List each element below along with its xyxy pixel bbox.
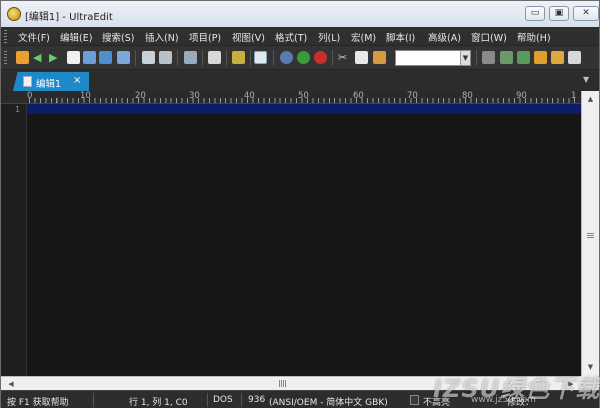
menu-search[interactable]: 搜索(S) <box>102 30 134 44</box>
list-icon[interactable] <box>254 51 267 64</box>
new-file-icon[interactable] <box>16 51 29 64</box>
ultraedit-logo-icon[interactable] <box>7 7 21 21</box>
toolbar-separator <box>250 50 251 66</box>
ruler-label: 0 <box>27 91 33 101</box>
menu-macro[interactable]: 宏(M) <box>351 30 376 44</box>
ruler-label: 60 <box>353 91 364 101</box>
ruler-label: 40 <box>244 91 255 101</box>
bookmark-icon[interactable] <box>534 51 547 64</box>
cut-icon[interactable]: ✂ <box>338 51 351 64</box>
column-ruler: 0 10 20 30 40 50 60 70 80 90 1 <box>1 91 599 104</box>
status-separator <box>241 393 242 407</box>
status-help: 按 F1 获取帮助 <box>7 398 69 408</box>
menu-file[interactable]: 文件(F) <box>18 30 50 44</box>
toolbar-separator <box>226 50 227 66</box>
minimize-button[interactable]: ▭ <box>525 6 545 21</box>
back-arrow-icon[interactable]: ◀ <box>33 51 46 64</box>
window-title: [编辑1] - UltraEdit <box>25 12 113 23</box>
status-codepage[interactable]: 936 <box>248 395 265 405</box>
ruler-label: 70 <box>407 91 418 101</box>
menu-view[interactable]: 视图(V) <box>232 30 265 44</box>
toolbar-separator <box>135 50 136 66</box>
ultraedit-window: [编辑1] - UltraEdit ▭ ▣ ✕ 文件(F) 编辑(E) 搜索(S… <box>0 0 600 408</box>
remove-icon[interactable] <box>314 51 327 64</box>
scroll-left-icon[interactable]: ◀ <box>5 378 17 390</box>
maximize-button[interactable]: ▣ <box>549 6 569 21</box>
copy-icon[interactable] <box>355 51 368 64</box>
toolbar-separator <box>476 50 477 66</box>
toolbar: ◀ ▶ ✂ ▼ <box>1 46 599 70</box>
open-folder-icon[interactable] <box>83 51 96 64</box>
replace-icon[interactable] <box>500 51 513 64</box>
menu-format[interactable]: 格式(T) <box>275 30 307 44</box>
globe-icon[interactable] <box>280 51 293 64</box>
status-encoding[interactable]: (ANSI/OEM - 简体中文 GBK) <box>269 395 388 408</box>
print-preview-icon[interactable] <box>159 51 172 64</box>
close-button[interactable]: ✕ <box>573 6 599 21</box>
document-tab[interactable]: 编辑1 × <box>13 72 89 91</box>
ruler-label: 30 <box>189 91 200 101</box>
paste-icon[interactable] <box>373 51 386 64</box>
find-next-icon[interactable] <box>517 51 530 64</box>
vertical-scroll-thumb[interactable] <box>587 233 594 239</box>
forward-arrow-icon[interactable]: ▶ <box>49 51 62 64</box>
toolbar-separator <box>332 50 333 66</box>
folder-icon[interactable] <box>99 51 112 64</box>
settings-icon[interactable] <box>568 51 581 64</box>
status-cursor-position: 行 1, 列 1, C0 <box>129 398 188 408</box>
document-icon <box>23 76 32 87</box>
line-number: 1 <box>15 105 21 114</box>
menu-script[interactable]: 脚本(I) <box>386 30 415 44</box>
status-line-ending[interactable]: DOS <box>213 395 233 405</box>
highlight-checkbox[interactable] <box>410 395 419 405</box>
chevron-down-icon[interactable]: ▼ <box>460 51 470 65</box>
menu-window[interactable]: 窗口(W) <box>471 30 507 44</box>
document-icon[interactable] <box>208 51 221 64</box>
toolbar-grip-icon[interactable] <box>4 51 7 64</box>
menu-advanced[interactable]: 高级(A) <box>428 30 461 44</box>
menu-bar: 文件(F) 编辑(E) 搜索(S) 插入(N) 项目(P) 视图(V) 格式(T… <box>1 27 599 46</box>
menu-project[interactable]: 项目(P) <box>189 30 221 44</box>
save-icon[interactable] <box>117 51 130 64</box>
menu-edit[interactable]: 编辑(E) <box>60 30 92 44</box>
binoculars-icon[interactable] <box>482 51 495 64</box>
horizontal-scroll-thumb[interactable] <box>279 380 287 387</box>
status-separator <box>93 393 94 407</box>
menu-insert[interactable]: 插入(N) <box>145 30 179 44</box>
document-tab-strip: 编辑1 × ▼ <box>1 70 599 91</box>
toolbar-combo-box[interactable]: ▼ <box>395 50 471 66</box>
properties-icon[interactable] <box>184 51 197 64</box>
status-separator <box>207 393 208 407</box>
title-bar: [编辑1] - UltraEdit ▭ ▣ ✕ <box>1 1 599 27</box>
toolbar-separator <box>202 50 203 66</box>
menu-column[interactable]: 列(L) <box>318 30 340 44</box>
ruler-label: 1 <box>571 91 577 101</box>
scroll-up-icon[interactable]: ▲ <box>584 93 597 105</box>
vertical-scrollbar[interactable]: ▲ ▼ <box>581 91 599 376</box>
tab-close-icon[interactable]: × <box>73 75 81 86</box>
ruler-label: 50 <box>298 91 309 101</box>
toolbar-separator <box>177 50 178 66</box>
tab-list-chevron-icon[interactable]: ▼ <box>583 75 589 84</box>
print-icon[interactable] <box>142 51 155 64</box>
ruler-label: 90 <box>516 91 527 101</box>
ruler-label: 20 <box>135 91 146 101</box>
ruler-label: 10 <box>80 91 91 101</box>
line-number-gutter[interactable]: 1 <box>1 104 27 376</box>
add-icon[interactable] <box>297 51 310 64</box>
toolbar-separator <box>273 50 274 66</box>
text-editor-area[interactable] <box>27 104 581 376</box>
file-icon[interactable] <box>67 51 80 64</box>
document-tab-label: 编辑1 <box>36 79 62 90</box>
menu-help[interactable]: 帮助(H) <box>517 30 551 44</box>
panel-icon[interactable] <box>551 51 564 64</box>
current-line-highlight <box>27 104 581 114</box>
menu-grip-icon[interactable] <box>4 30 7 43</box>
ruler-label: 80 <box>462 91 473 101</box>
watermark-url: www.jz5u.com <box>471 395 536 405</box>
column-icon[interactable] <box>232 51 245 64</box>
